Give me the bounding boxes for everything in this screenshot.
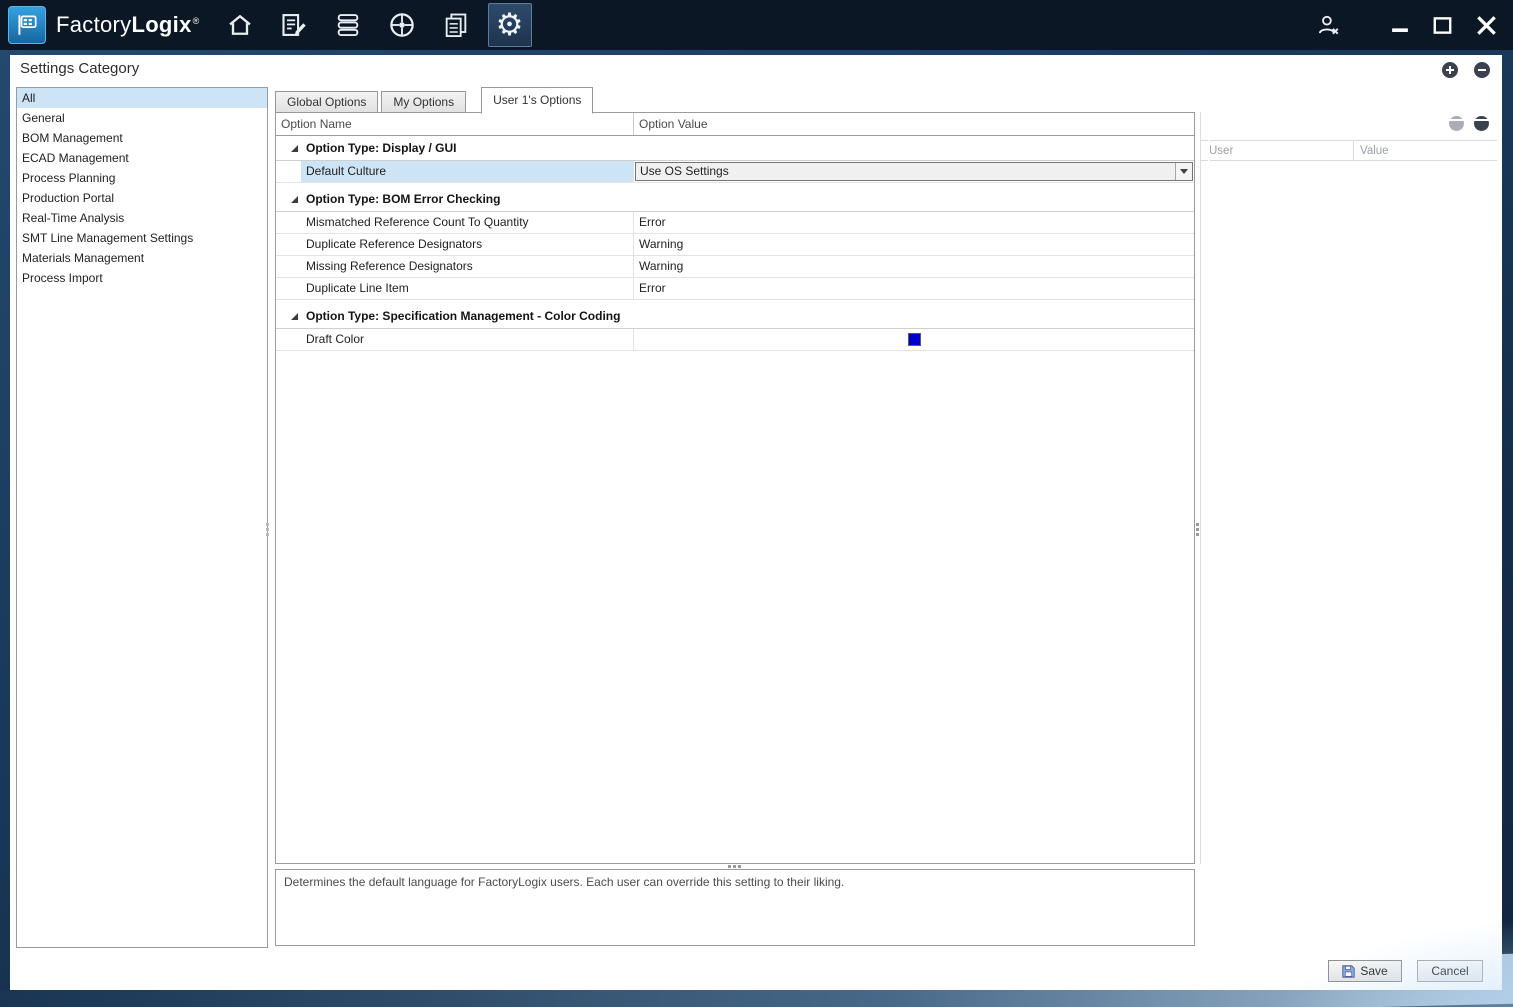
add-category-button[interactable] xyxy=(1442,62,1458,78)
panel-splitter[interactable] xyxy=(1196,523,1199,537)
settings-gear-icon[interactable]: ⚙ xyxy=(488,3,532,47)
sidebar-item-real-time-analysis[interactable]: Real-Time Analysis xyxy=(17,208,267,228)
production-icon[interactable] xyxy=(380,3,424,47)
user-overrides-toolbar xyxy=(1201,112,1497,135)
row-indicator xyxy=(276,256,301,277)
cancel-button[interactable]: Cancel xyxy=(1417,960,1483,982)
group-header-spec-color-coding[interactable]: Option Type: Specification Management - … xyxy=(276,304,1194,329)
option-name-cell[interactable]: Mismatched Reference Count To Quantity xyxy=(301,212,634,233)
user-overrides-header: User Value xyxy=(1201,140,1497,161)
row-indicator xyxy=(276,234,301,255)
sidebar-item-all[interactable]: All xyxy=(17,88,267,108)
default-culture-dropdown[interactable]: Use OS Settings xyxy=(635,162,1193,181)
save-floppy-icon xyxy=(1342,965,1355,978)
options-tabstrip: Global Options My Options User 1's Optio… xyxy=(275,85,596,113)
tab-my-options[interactable]: My Options xyxy=(381,91,466,113)
collapse-group-icon[interactable] xyxy=(291,196,298,203)
option-row-mismatched-reference[interactable]: Mismatched Reference Count To Quantity E… xyxy=(276,212,1194,234)
close-button[interactable] xyxy=(1476,15,1497,36)
tab-global-options[interactable]: Global Options xyxy=(275,91,378,113)
option-value-cell[interactable]: Error xyxy=(634,212,1194,233)
options-grid: Option Name Option Value Option Type: Di… xyxy=(275,112,1195,864)
option-description: Determines the default language for Fact… xyxy=(275,869,1195,946)
minimize-button[interactable] xyxy=(1391,16,1409,34)
sidebar-item-bom-management[interactable]: BOM Management xyxy=(17,128,267,148)
option-row-default-culture[interactable]: Default Culture Use OS Settings xyxy=(276,161,1194,183)
option-row-duplicate-line-item[interactable]: Duplicate Line Item Error xyxy=(276,278,1194,300)
column-header-user[interactable]: User xyxy=(1201,141,1353,160)
option-value-cell xyxy=(634,329,1194,350)
sidebar-item-ecad-management[interactable]: ECAD Management xyxy=(17,148,267,168)
settings-category-list: All General BOM Management ECAD Manageme… xyxy=(16,87,268,948)
remove-category-button[interactable] xyxy=(1474,62,1490,78)
save-button[interactable]: Save xyxy=(1328,960,1402,982)
materials-icon[interactable] xyxy=(326,3,370,47)
window-frame: Settings Category All General BOM Manage… xyxy=(0,50,1513,1007)
sidebar-item-general[interactable]: General xyxy=(17,108,267,128)
window-controls xyxy=(1315,12,1513,38)
column-header-option-name[interactable]: Option Name xyxy=(276,113,634,135)
page-title: Settings Category xyxy=(20,60,139,77)
option-value-cell[interactable]: Warning xyxy=(634,256,1194,277)
sidebar-item-process-import[interactable]: Process Import xyxy=(17,268,267,288)
draft-color-swatch[interactable] xyxy=(908,333,921,346)
option-name-cell[interactable]: Default Culture xyxy=(301,161,634,182)
main-nav: ⚙ xyxy=(218,3,532,47)
row-indicator xyxy=(276,161,301,182)
collapse-group-icon[interactable] xyxy=(291,145,298,152)
column-header-option-value[interactable]: Option Value xyxy=(634,113,1194,135)
group-header-bom-error-checking[interactable]: Option Type: BOM Error Checking xyxy=(276,187,1194,212)
option-row-duplicate-reference[interactable]: Duplicate Reference Designators Warning xyxy=(276,234,1194,256)
sidebar-item-materials-management[interactable]: Materials Management xyxy=(17,248,267,268)
titlebar: FactoryLogix® xyxy=(0,0,1513,50)
process-planning-icon[interactable] xyxy=(272,3,316,47)
option-name-cell[interactable]: Duplicate Reference Designators xyxy=(301,234,634,255)
reports-icon[interactable] xyxy=(434,3,478,47)
grid-header: Option Name Option Value xyxy=(276,113,1194,136)
home-icon[interactable] xyxy=(218,3,262,47)
option-value-cell[interactable]: Warning xyxy=(634,234,1194,255)
description-splitter[interactable] xyxy=(728,865,742,868)
chevron-down-icon[interactable] xyxy=(1175,163,1192,180)
column-header-value[interactable]: Value xyxy=(1353,141,1497,160)
option-value-cell[interactable]: Error xyxy=(634,278,1194,299)
app-title: FactoryLogix® xyxy=(56,12,200,38)
factorylogix-window: FactoryLogix® xyxy=(0,0,1513,1007)
option-value-cell: Use OS Settings xyxy=(634,161,1194,182)
sidebar-item-production-portal[interactable]: Production Portal xyxy=(17,188,267,208)
group-header-display-gui[interactable]: Option Type: Display / GUI xyxy=(276,136,1194,161)
factorylogix-logo-icon xyxy=(8,6,46,44)
option-name-cell[interactable]: Missing Reference Designators xyxy=(301,256,634,277)
sidebar-item-smt-line-management[interactable]: SMT Line Management Settings xyxy=(17,228,267,248)
sidebar-splitter[interactable] xyxy=(266,523,269,537)
settings-page: Settings Category All General BOM Manage… xyxy=(10,55,1502,990)
logout-user-icon[interactable] xyxy=(1315,12,1341,38)
option-row-missing-reference[interactable]: Missing Reference Designators Warning xyxy=(276,256,1194,278)
tab-user1-options[interactable]: User 1's Options xyxy=(481,87,593,114)
user-overrides-panel: User Value xyxy=(1200,112,1497,864)
collapse-group-icon[interactable] xyxy=(291,313,298,320)
row-indicator xyxy=(276,278,301,299)
row-indicator xyxy=(276,329,301,350)
sidebar-item-process-planning[interactable]: Process Planning xyxy=(17,168,267,188)
option-name-cell[interactable]: Duplicate Line Item xyxy=(301,278,634,299)
remove-user-override-button[interactable] xyxy=(1474,116,1489,131)
row-indicator xyxy=(276,212,301,233)
option-row-draft-color[interactable]: Draft Color xyxy=(276,329,1194,351)
maximize-button[interactable] xyxy=(1433,16,1452,35)
option-name-cell[interactable]: Draft Color xyxy=(301,329,634,350)
